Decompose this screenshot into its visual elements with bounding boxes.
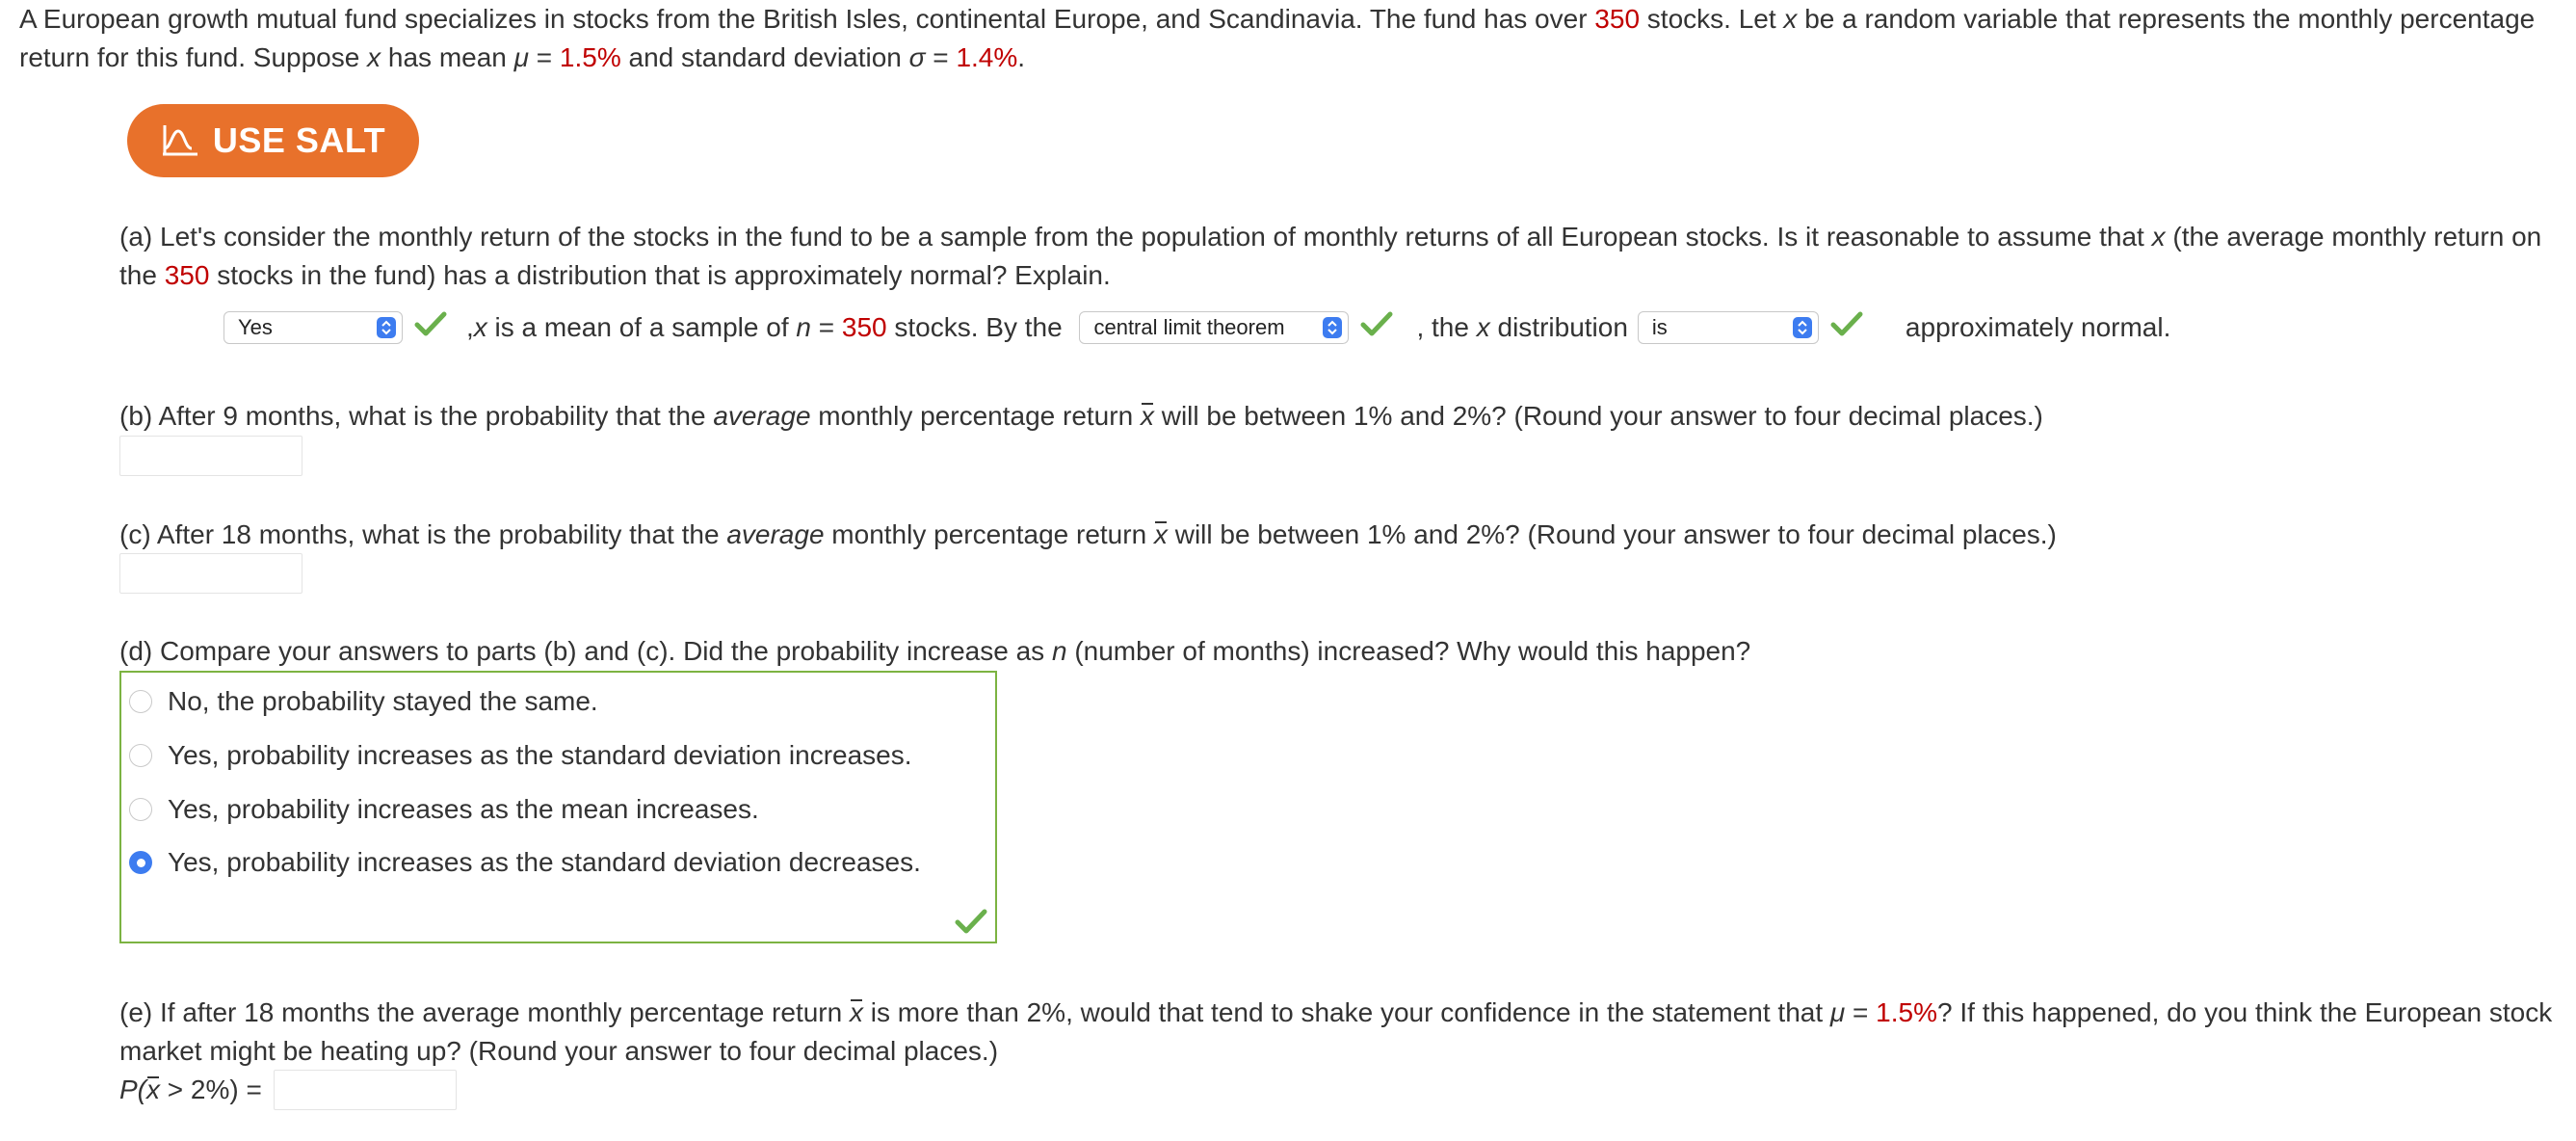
reasonable-select[interactable]: Yes: [223, 311, 403, 344]
part-b-answer-input[interactable]: [119, 436, 302, 476]
question-text: monthly percentage return: [810, 401, 1141, 431]
answer-text: approximately normal.: [1905, 312, 2171, 342]
var-x: x: [367, 42, 381, 72]
option-label: No, the probability stayed the same.: [168, 686, 598, 716]
option-row[interactable]: Yes, probability increases as the mean i…: [129, 790, 759, 829]
question-text: (e) If after 18 months the average month…: [119, 997, 850, 1027]
question-text: will be between 1% and 2%? (Round your a…: [1153, 401, 2043, 431]
var-xbar: x: [1141, 397, 1154, 436]
part-c-answer-input[interactable]: [119, 553, 302, 594]
intro-text: A European growth mutual fund specialize…: [19, 4, 1595, 34]
mu-symbol: μ: [1829, 997, 1846, 1027]
use-salt-label: USE SALT: [212, 120, 386, 160]
period: .: [1017, 42, 1026, 72]
var-xbar: x: [1154, 516, 1168, 554]
var-x: x: [1783, 4, 1798, 34]
problem-intro: A European growth mutual fund specialize…: [19, 0, 2563, 77]
mean-value: 1.5%: [1876, 997, 1937, 1027]
part-a-question: (a) Let's consider the monthly return of…: [119, 218, 2557, 295]
intro-text: stocks. Let: [1640, 4, 1784, 34]
option-label: Yes, probability increases as the mean i…: [168, 794, 759, 824]
checkmark-icon: [1360, 308, 1393, 347]
option-label: Yes, probability increases as the standa…: [168, 847, 921, 877]
select-spinner-icon: [1792, 317, 1812, 338]
part-c-question: (c) After 18 months, what is the probabi…: [119, 516, 2057, 554]
part-e-question: (e) If after 18 months the average month…: [119, 994, 2557, 1071]
stock-count: 350: [1594, 4, 1641, 34]
part-e-answer-row: P(x > 2%) =: [119, 1070, 457, 1110]
intro-text: has mean: [381, 42, 514, 72]
stock-count: 350: [164, 260, 210, 290]
var-x: x: [473, 312, 487, 342]
question-text: stocks in the fund) has a distribution t…: [209, 260, 1111, 290]
question-text: (b) After 9 months, what is the probabil…: [119, 401, 714, 431]
mu-symbol: μ: [513, 42, 529, 72]
prob-label: > 2%) =: [160, 1075, 270, 1104]
part-b-question: (b) After 9 months, what is the probabil…: [119, 397, 2043, 436]
answer-text: distribution: [1489, 312, 1628, 342]
option-row[interactable]: Yes, probability increases as the standa…: [129, 736, 912, 775]
use-salt-button[interactable]: USE SALT: [127, 104, 419, 177]
option-label: Yes, probability increases as the standa…: [168, 740, 912, 770]
part-d-question: (d) Compare your answers to parts (b) an…: [119, 632, 1750, 671]
question-text: (a) Let's consider the monthly return of…: [119, 222, 2152, 252]
normality-select[interactable]: is: [1637, 311, 1819, 344]
question-text: (c) After 18 months, what is the probabi…: [119, 519, 727, 549]
checkmark-icon: [1830, 308, 1863, 347]
question-text: monthly percentage return: [824, 519, 1154, 549]
checkmark-icon: [414, 308, 447, 347]
var-xbar: x: [146, 1071, 160, 1109]
var-n: n: [1051, 636, 1067, 666]
var-n: n: [796, 312, 811, 342]
part-e-answer-input[interactable]: [273, 1070, 457, 1110]
select-value: central limit theorem: [1093, 315, 1285, 339]
equals: =: [810, 312, 842, 342]
stock-count: 350: [841, 312, 887, 342]
question-text: is more than 2%, would that tend to shak…: [862, 997, 1830, 1027]
var-x: x: [1476, 312, 1490, 342]
option-row[interactable]: Yes, probability increases as the standa…: [129, 843, 921, 882]
emphasis-text: average: [713, 401, 811, 431]
var-xbar: x: [850, 994, 863, 1032]
theorem-select[interactable]: central limit theorem: [1079, 311, 1350, 344]
sigma-symbol: σ: [908, 42, 926, 72]
select-value: Yes: [238, 315, 273, 339]
radio-button[interactable]: [129, 744, 152, 767]
sd-value: 1.4%: [956, 42, 1018, 72]
answer-text: ,: [466, 312, 474, 342]
question-text: (d) Compare your answers to parts (b) an…: [119, 636, 1052, 666]
radio-button-selected[interactable]: [129, 851, 152, 874]
var-x: x: [2151, 222, 2166, 252]
salt-logo-icon: [162, 125, 197, 156]
select-spinner-icon: [1323, 317, 1343, 338]
answer-text: stocks. By the: [886, 312, 1070, 342]
equals: =: [1845, 997, 1877, 1027]
question-text: (number of months) increased? Why would …: [1066, 636, 1751, 666]
prob-label: P(: [119, 1075, 146, 1104]
select-spinner-icon: [377, 317, 396, 338]
select-value: is: [1651, 315, 1668, 339]
radio-button[interactable]: [129, 798, 152, 821]
equals: =: [925, 42, 957, 72]
question-text: will be between 1% and 2%? (Round your a…: [1167, 519, 2057, 549]
answer-text: is a mean of a sample of: [486, 312, 797, 342]
equals: =: [528, 42, 560, 72]
option-row[interactable]: No, the probability stayed the same.: [129, 682, 598, 721]
emphasis-text: average: [726, 519, 825, 549]
answer-text: , the: [1416, 312, 1477, 342]
checkmark-icon: [955, 909, 987, 934]
part-d-options-box: No, the probability stayed the same. Yes…: [119, 671, 997, 943]
radio-button[interactable]: [129, 690, 152, 713]
part-a-answer-row: Yes , x is a mean of a sample of n = 350…: [223, 308, 2170, 347]
mean-value: 1.5%: [559, 42, 621, 72]
intro-text: and standard deviation: [620, 42, 909, 72]
